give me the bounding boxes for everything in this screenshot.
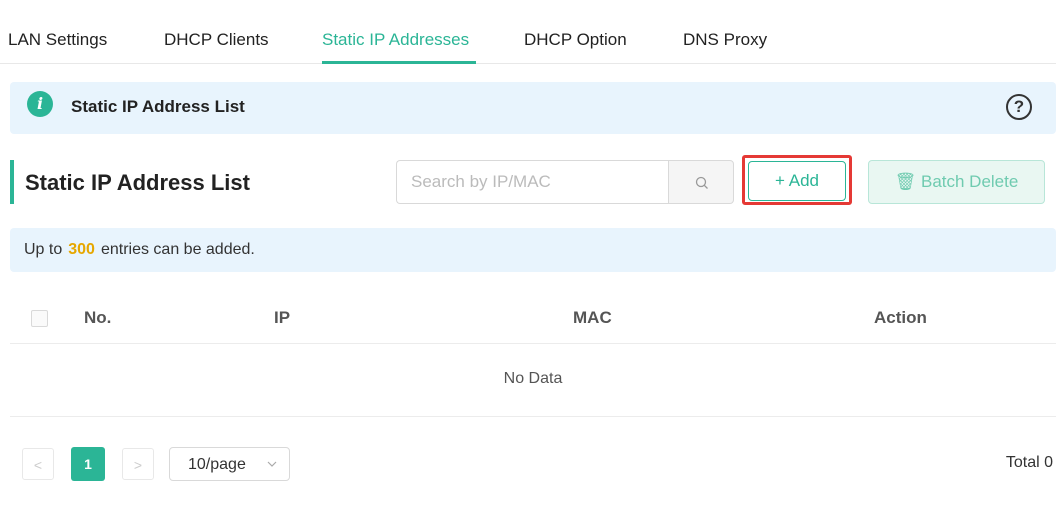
help-icon[interactable]: ? <box>1006 94 1032 120</box>
active-tab-indicator <box>322 61 476 64</box>
info-icon: i <box>27 91 53 117</box>
page-size-select[interactable]: 10/page <box>169 447 290 481</box>
no-data-text: No Data <box>503 370 563 387</box>
entries-note-text: Up to 300 entries can be added. <box>24 241 255 259</box>
section-title: Static IP Address List <box>25 170 250 195</box>
table-empty-row: No Data <box>10 345 1056 417</box>
note-count: 300 <box>68 241 95 258</box>
prev-page-button[interactable]: < <box>22 448 54 480</box>
tab-static-ip-addresses[interactable]: Static IP Addresses <box>322 30 469 50</box>
column-header-no: No. <box>84 308 112 327</box>
chevron-down-icon <box>267 461 277 467</box>
tab-bar: LAN Settings DHCP Clients Static IP Addr… <box>0 0 1056 64</box>
section-accent-bar <box>10 160 14 204</box>
total-count: Total 0 <box>1005 454 1053 471</box>
column-header-mac: MAC <box>573 308 612 327</box>
tab-lan-settings[interactable]: LAN Settings <box>8 30 107 50</box>
search-input[interactable] <box>396 160 668 204</box>
note-prefix: Up to <box>24 241 63 258</box>
add-button[interactable]: + Add <box>748 161 846 201</box>
tab-dhcp-option[interactable]: DHCP Option <box>524 30 627 50</box>
note-suffix: entries can be added. <box>100 241 255 258</box>
banner-title: Static IP Address List <box>71 97 245 116</box>
tab-dhcp-clients[interactable]: DHCP Clients <box>164 30 269 50</box>
tab-dns-proxy[interactable]: DNS Proxy <box>683 30 767 50</box>
batch-delete-button[interactable]: 🗑 Batch Delete <box>868 160 1045 204</box>
page-1-button[interactable]: 1 <box>71 447 105 481</box>
page-size-label: 10/page <box>188 456 246 473</box>
select-all-checkbox[interactable] <box>31 310 48 327</box>
column-header-ip: IP <box>274 308 291 327</box>
next-page-button[interactable]: > <box>122 448 154 480</box>
search-button[interactable] <box>668 160 734 204</box>
column-header-action: Action <box>874 308 927 327</box>
search-icon <box>695 176 708 189</box>
